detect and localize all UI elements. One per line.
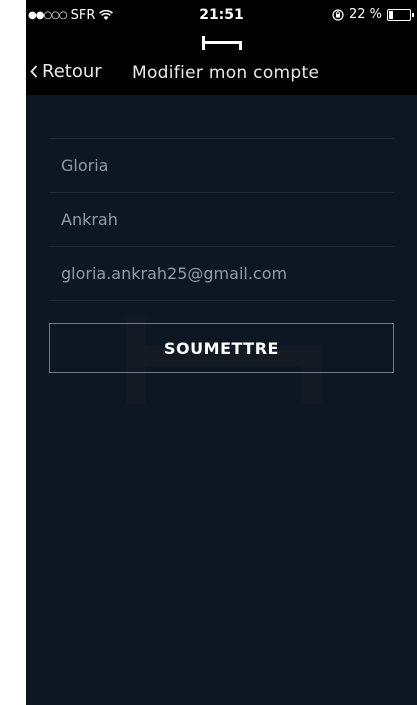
first-name-field[interactable]: Gloria (49, 138, 394, 192)
account-form: Gloria Ankrah gloria.ankrah25@gmail.com (49, 138, 394, 301)
submit-button[interactable]: SOUMETTRE (49, 323, 394, 373)
battery-percentage: 22 % (348, 7, 382, 22)
back-label: Retour (42, 61, 102, 82)
rotation-lock-icon (332, 8, 344, 21)
page-title: Modifier mon compte (132, 63, 320, 83)
email-field[interactable]: gloria.ankrah25@gmail.com (49, 246, 394, 301)
battery-fill (389, 10, 393, 19)
chevron-left-icon (30, 65, 38, 78)
navigation-bar: Retour Modifier mon compte (26, 30, 417, 95)
battery-icon (387, 8, 414, 21)
battery-group: 22 % (332, 7, 414, 22)
brand-logo-icon (202, 36, 242, 50)
back-button[interactable]: Retour (30, 61, 102, 82)
app-screen: ●●○○○ SFR 21:51 22 % Retour Modifier mon… (26, 0, 417, 705)
last-name-field[interactable]: Ankrah (49, 192, 394, 246)
status-bar: ●●○○○ SFR 21:51 22 % (26, 0, 417, 30)
